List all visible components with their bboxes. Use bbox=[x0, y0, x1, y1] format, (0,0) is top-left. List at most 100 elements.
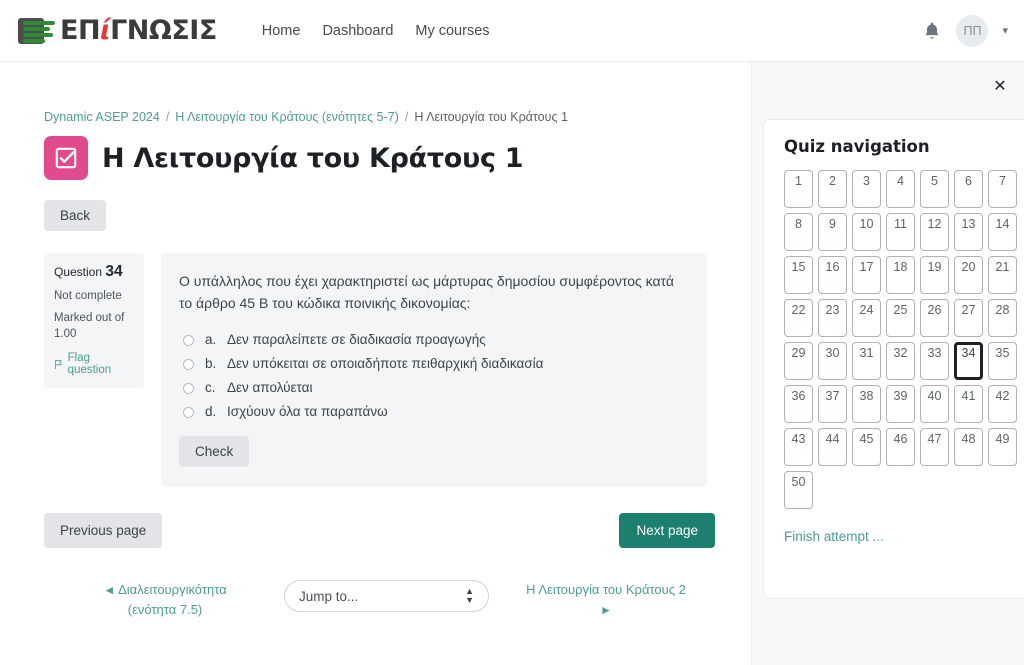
question-nav-button-44[interactable]: 44 bbox=[818, 428, 847, 466]
question-nav-button-4[interactable]: 4 bbox=[886, 170, 915, 208]
question-nav-button-9[interactable]: 9 bbox=[818, 213, 847, 251]
question-nav-button-6[interactable]: 6 bbox=[954, 170, 983, 208]
radio-icon[interactable] bbox=[183, 335, 194, 347]
question-nav-button-16[interactable]: 16 bbox=[818, 256, 847, 294]
finish-attempt-link[interactable]: Finish attempt ... bbox=[784, 529, 1024, 544]
answer-option-d[interactable]: d. Ισχύουν όλα τα παραπάνω bbox=[183, 404, 687, 419]
nav-link-my-courses[interactable]: My courses bbox=[415, 23, 489, 39]
answer-text: Δεν απολύεται bbox=[227, 380, 313, 396]
flag-question-label: Flag question bbox=[67, 352, 112, 377]
question-nav-button-48[interactable]: 48 bbox=[954, 428, 983, 466]
question-nav-button-41[interactable]: 41 bbox=[954, 385, 983, 423]
question-nav-button-21[interactable]: 21 bbox=[988, 256, 1017, 294]
question-nav-button-26[interactable]: 26 bbox=[920, 299, 949, 337]
check-button[interactable]: Check bbox=[179, 436, 250, 468]
breadcrumb-item-course[interactable]: Dynamic ASEP 2024 bbox=[44, 110, 160, 124]
question-nav-button-7[interactable]: 7 bbox=[988, 170, 1017, 208]
select-spinner-icon: ▲ ▼ bbox=[465, 586, 474, 606]
next-activity-label[interactable]: Η Λειτουργία του Κράτους 2 bbox=[526, 582, 686, 597]
nav-link-dashboard[interactable]: Dashboard bbox=[322, 23, 393, 39]
radio-icon[interactable] bbox=[183, 383, 194, 395]
question-nav-button-1[interactable]: 1 bbox=[784, 170, 813, 208]
question-nav-button-18[interactable]: 18 bbox=[886, 256, 915, 294]
next-page-button[interactable]: Next page bbox=[619, 513, 715, 549]
question-nav-button-10[interactable]: 10 bbox=[852, 213, 881, 251]
question-nav-button-32[interactable]: 32 bbox=[886, 342, 915, 380]
breadcrumb: Dynamic ASEP 2024 / Η Λειτουργία του Κρά… bbox=[44, 110, 751, 124]
avatar[interactable]: ΠΠ bbox=[956, 14, 989, 47]
question-nav-button-25[interactable]: 25 bbox=[886, 299, 915, 337]
breadcrumb-separator: / bbox=[404, 110, 409, 124]
answer-option-c[interactable]: c. Δεν απολύεται bbox=[183, 380, 687, 395]
question-nav-button-8[interactable]: 8 bbox=[784, 213, 813, 251]
arrow-left-icon: ◄ bbox=[103, 583, 116, 598]
question-nav-button-13[interactable]: 13 bbox=[954, 213, 983, 251]
question-nav-button-12[interactable]: 12 bbox=[920, 213, 949, 251]
question-nav-button-49[interactable]: 49 bbox=[988, 428, 1017, 466]
question-nav-button-38[interactable]: 38 bbox=[852, 385, 881, 423]
back-button[interactable]: Back bbox=[44, 200, 107, 231]
question-nav-button-47[interactable]: 47 bbox=[920, 428, 949, 466]
question-nav-button-3[interactable]: 3 bbox=[852, 170, 881, 208]
nav-link-home[interactable]: Home bbox=[262, 23, 301, 39]
question-marked-out-of: Marked out of 1.00 bbox=[54, 312, 125, 340]
answer-option-b[interactable]: b. Δεν υπόκειται σε οποιαδήποτε πειθαρχι… bbox=[183, 356, 687, 371]
chevron-down-icon[interactable]: ▾ bbox=[1002, 24, 1008, 37]
question-nav-button-35[interactable]: 35 bbox=[988, 342, 1017, 380]
main-content: Dynamic ASEP 2024 / Η Λειτουργία του Κρά… bbox=[0, 62, 751, 665]
question-nav-button-27[interactable]: 27 bbox=[954, 299, 983, 337]
question-nav-button-5[interactable]: 5 bbox=[920, 170, 949, 208]
question-nav-button-33[interactable]: 33 bbox=[920, 342, 949, 380]
question-nav-button-43[interactable]: 43 bbox=[784, 428, 813, 466]
question-nav-button-20[interactable]: 20 bbox=[954, 256, 983, 294]
radio-icon[interactable] bbox=[183, 359, 194, 371]
question-nav-button-40[interactable]: 40 bbox=[920, 385, 949, 423]
question-nav-button-19[interactable]: 19 bbox=[920, 256, 949, 294]
question-nav-button-22[interactable]: 22 bbox=[784, 299, 813, 337]
question-nav-button-23[interactable]: 23 bbox=[818, 299, 847, 337]
question-nav-button-46[interactable]: 46 bbox=[886, 428, 915, 466]
question-nav-button-15[interactable]: 15 bbox=[784, 256, 813, 294]
question-nav-button-34[interactable]: 34 bbox=[954, 342, 983, 380]
quiz-checkbox-icon bbox=[44, 136, 88, 180]
question-nav-button-50[interactable]: 50 bbox=[784, 471, 813, 509]
close-icon[interactable]: ✕ bbox=[990, 77, 1010, 97]
site-logo[interactable]: ΕΠίΓΝΩΣΙΣ bbox=[18, 16, 217, 46]
previous-page-button[interactable]: Previous page bbox=[44, 513, 163, 549]
previous-activity-link[interactable]: ◄ Διαλειτουργικότητα (ενότητα 7.5) bbox=[60, 580, 270, 619]
radio-icon[interactable] bbox=[183, 407, 194, 419]
question-nav-button-45[interactable]: 45 bbox=[852, 428, 881, 466]
quiz-navigation-title: Quiz navigation bbox=[784, 137, 930, 156]
logo-wordmark: ΕΠίΓΝΩΣΙΣ bbox=[60, 17, 217, 44]
answer-text: Ισχύουν όλα τα παραπάνω bbox=[227, 404, 388, 420]
previous-activity-label[interactable]: Διαλειτουργικότητα bbox=[118, 582, 227, 597]
question-nav-button-11[interactable]: 11 bbox=[886, 213, 915, 251]
jump-to-select[interactable]: Jump to... ▲ ▼ bbox=[284, 580, 489, 613]
bell-icon[interactable] bbox=[922, 21, 942, 41]
question-nav-button-14[interactable]: 14 bbox=[988, 213, 1017, 251]
logo-text-prefix: ΕΠ bbox=[60, 15, 101, 46]
question-nav-button-28[interactable]: 28 bbox=[988, 299, 1017, 337]
answer-key: a. bbox=[205, 332, 217, 348]
question-state: Not complete bbox=[54, 290, 122, 302]
question-nav-button-39[interactable]: 39 bbox=[886, 385, 915, 423]
question-nav-button-37[interactable]: 37 bbox=[818, 385, 847, 423]
page-title: Η Λειτουργία του Κράτους 1 bbox=[102, 142, 524, 174]
question-nav-button-30[interactable]: 30 bbox=[818, 342, 847, 380]
answer-option-a[interactable]: a. Δεν παραλείπετε σε διαδικασία προαγωγ… bbox=[183, 332, 687, 347]
breadcrumb-item-section[interactable]: Η Λειτουργία του Κράτους (ενότητες 5-7) bbox=[175, 110, 399, 124]
question-nav-button-24[interactable]: 24 bbox=[852, 299, 881, 337]
question-nav-button-42[interactable]: 42 bbox=[988, 385, 1017, 423]
flag-question-button[interactable]: Flag question bbox=[54, 352, 134, 376]
question-nav-button-2[interactable]: 2 bbox=[818, 170, 847, 208]
next-activity-link[interactable]: Η Λειτουργία του Κράτους 2 ► bbox=[491, 580, 721, 619]
question-nav-button-36[interactable]: 36 bbox=[784, 385, 813, 423]
answer-key: c. bbox=[205, 380, 216, 396]
jump-to-label: Jump to... bbox=[299, 588, 359, 604]
question-nav-button-17[interactable]: 17 bbox=[852, 256, 881, 294]
question-nav-button-29[interactable]: 29 bbox=[784, 342, 813, 380]
question-nav-button-31[interactable]: 31 bbox=[852, 342, 881, 380]
previous-activity-sublabel[interactable]: (ενότητα 7.5) bbox=[128, 602, 203, 617]
activity-footer-navigation: ◄ Διαλειτουργικότητα (ενότητα 7.5) Jump … bbox=[0, 580, 751, 619]
question-text: Ο υπάλληλος που έχει χαρακτηριστεί ως μά… bbox=[179, 273, 674, 311]
